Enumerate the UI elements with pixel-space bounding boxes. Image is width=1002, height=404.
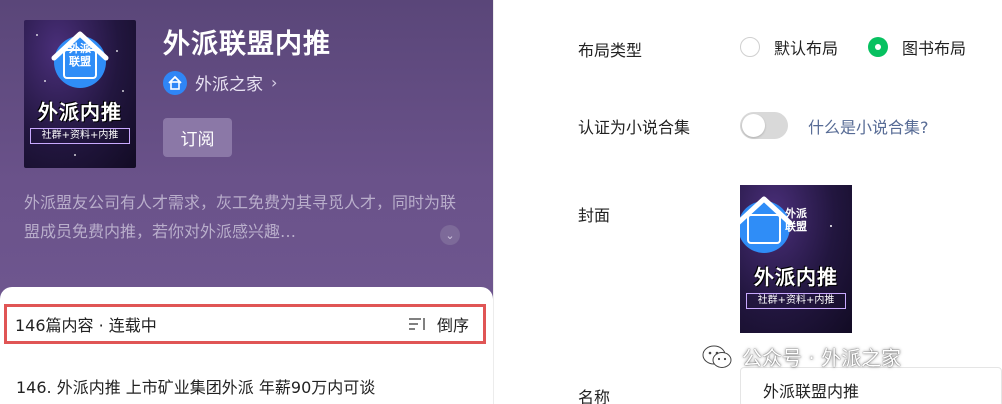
panel-divider <box>493 0 523 404</box>
wechat-icon <box>702 345 732 368</box>
name-label: 名称 <box>578 388 611 404</box>
cover-tagline: 社群+资料+内推 <box>30 128 130 144</box>
article-list-card: 146篇内容 · 连载中 倒序 146. 外派内推 上市矿业集团外派 年薪90万… <box>0 287 493 404</box>
sort-label: 倒序 <box>436 316 469 335</box>
sort-button[interactable]: 倒序 <box>408 312 469 336</box>
layout-type-label: 布局类型 <box>578 41 643 60</box>
album-title: 外派联盟内推 <box>163 29 331 60</box>
layout-radio-group: 默认布局 图书布局 <box>740 35 996 59</box>
content-count: 146篇内容 · 连载中 <box>15 316 157 335</box>
layout-option-default[interactable]: 默认布局 <box>740 35 838 59</box>
list-item[interactable]: 146. 外派内推 上市矿业集团外派 年薪90万内可谈 <box>16 374 375 398</box>
subscribe-button[interactable]: 订阅 <box>163 118 232 157</box>
radio-unchecked-icon <box>740 37 760 57</box>
radio-checked-icon <box>868 37 889 57</box>
album-cover-image: 外派 联盟 外派内推 社群+资料+内推 <box>24 20 136 168</box>
novel-help-link[interactable]: 什么是小说合集? <box>808 114 929 138</box>
cover-title: 外派内推 <box>754 265 838 289</box>
sort-icon <box>408 318 425 330</box>
chevron-right-icon: › <box>271 73 278 92</box>
album-description: 外派盟友公司有人才需求，灰工免费为其寻觅人才，同时为联盟成员免费内推，若你对外派… <box>24 193 457 241</box>
list-header: 146篇内容 · 连载中 倒序 <box>4 304 486 344</box>
cover-house-text: 外派 联盟 <box>69 42 91 68</box>
novel-collection-toggle[interactable] <box>740 112 788 139</box>
account-name: 外派之家 <box>195 75 263 95</box>
album-preview-panel: 外派 联盟 外派内推 社群+资料+内推 外派联盟内推 外派之家 › 订阅 外派盟… <box>0 0 493 404</box>
chevron-down-icon[interactable]: ⌄ <box>440 225 460 245</box>
cover-preview-image[interactable]: 外派 联盟 外派内推 社群+资料+内推 <box>740 185 852 333</box>
name-input[interactable]: 外派联盟内推 <box>740 367 1002 404</box>
cover-label: 封面 <box>578 206 611 225</box>
cover-house-text: 外派 联盟 <box>785 207 807 233</box>
layout-option-book[interactable]: 图书布局 <box>868 35 966 59</box>
account-link[interactable]: 外派之家 › <box>163 70 277 95</box>
cover-tagline: 社群+资料+内推 <box>746 293 846 309</box>
home-icon <box>163 70 187 95</box>
cover-title: 外派内推 <box>38 100 122 124</box>
watermark-text: 公众号 · 外派之家 <box>742 346 902 370</box>
novel-collection-label: 认证为小说合集 <box>578 118 691 137</box>
watermark: 公众号 · 外派之家 <box>702 342 901 371</box>
